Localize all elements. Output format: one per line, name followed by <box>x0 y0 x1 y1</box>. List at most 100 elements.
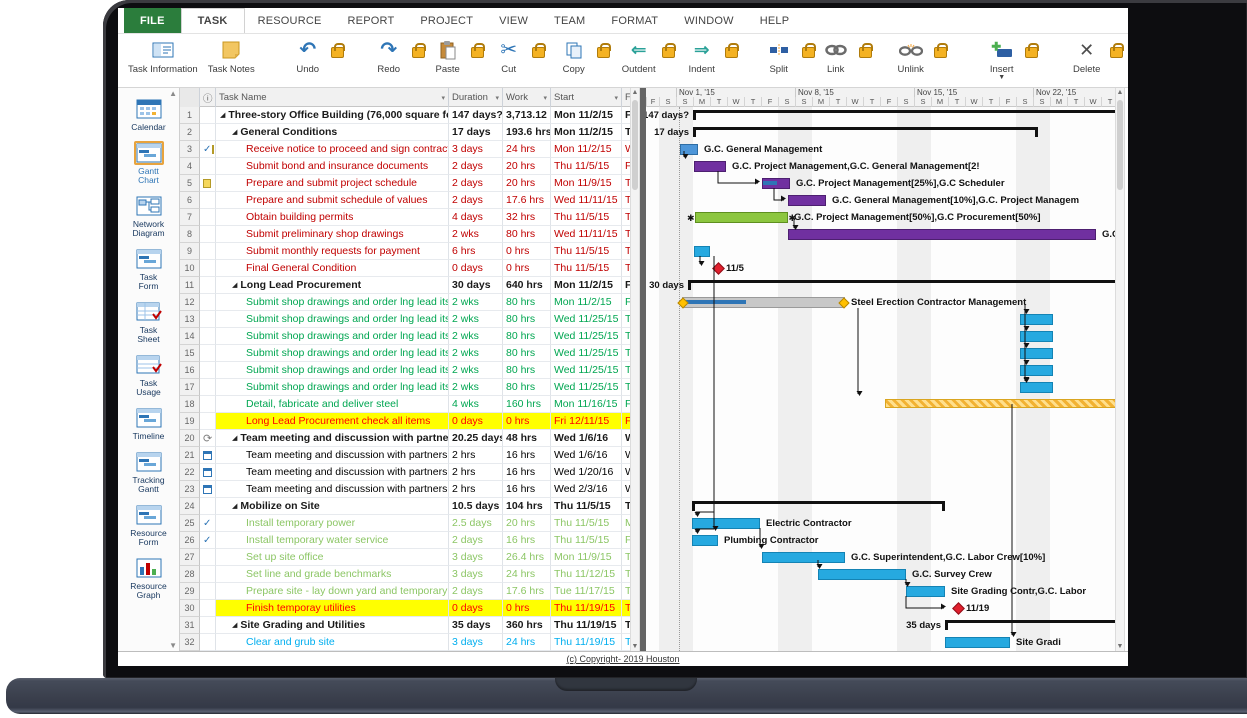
table-row[interactable]: 16Submit shop drawings and order lng lea… <box>180 362 646 379</box>
task-bar[interactable] <box>762 552 845 563</box>
sidebar-item-calendar[interactable]: Calendar <box>118 97 179 132</box>
unlink-button[interactable]: Unlink <box>894 37 928 75</box>
menu-item-format[interactable]: FORMAT <box>598 8 671 33</box>
indent-button[interactable]: ⇒Indent <box>685 37 719 75</box>
menu-item-resource[interactable]: RESOURCE <box>245 8 335 33</box>
task-bar[interactable] <box>788 229 1096 240</box>
table-row[interactable]: 9Submit monthly requests for payment6 hr… <box>180 243 646 260</box>
task-bar[interactable] <box>680 144 698 155</box>
collapse-triangle-icon[interactable]: ◢ <box>232 434 237 442</box>
table-row[interactable]: 6Prepare and submit schedule of values2 … <box>180 192 646 209</box>
task-bar[interactable] <box>692 518 760 529</box>
menu-item-task[interactable]: TASK <box>181 8 245 33</box>
table-row[interactable]: 7Obtain building permits4 days32 hrsThu … <box>180 209 646 226</box>
table-vertical-scrollbar[interactable]: ▲ ▼ <box>630 88 640 651</box>
insert-dropdown-icon[interactable]: ▼ <box>998 75 1005 80</box>
table-row[interactable]: 32Clear and grub site3 days24 hrsThu 11/… <box>180 634 646 651</box>
table-row[interactable]: 20⟳◢Team meeting and discussion with par… <box>180 430 646 447</box>
summary-bar[interactable] <box>688 280 1125 288</box>
menu-item-project[interactable]: PROJECT <box>407 8 486 33</box>
filter-dropdown-icon[interactable]: ▾ <box>495 94 499 102</box>
collapse-triangle-icon[interactable]: ◢ <box>232 502 237 510</box>
task-bar[interactable] <box>694 246 710 257</box>
sidebar-item-tracking-gantt[interactable]: TrackingGantt <box>118 450 179 494</box>
filter-dropdown-icon[interactable]: ▾ <box>441 94 445 102</box>
scrollbar-thumb[interactable] <box>632 100 638 190</box>
copy-button[interactable]: Copy <box>557 37 591 75</box>
sidebar-scroll-up-icon[interactable]: ▲ <box>169 89 177 98</box>
column-header-name[interactable]: Task Name▾ <box>216 88 449 107</box>
table-row[interactable]: 2◢General Conditions17 days193.6 hrsMon … <box>180 124 646 141</box>
paste-button[interactable]: Paste <box>431 37 465 75</box>
task-bar[interactable] <box>885 399 1122 408</box>
task-bar[interactable] <box>692 535 718 546</box>
table-row[interactable]: 8Submit preliminary shop drawings2 wks80… <box>180 226 646 243</box>
summary-bar[interactable] <box>692 501 945 509</box>
table-row[interactable]: 14Submit shop drawings and order lng lea… <box>180 328 646 345</box>
scroll-down-icon[interactable]: ▼ <box>631 643 639 650</box>
collapse-triangle-icon[interactable]: ◢ <box>232 621 237 629</box>
insert-button[interactable]: Insert▼ <box>985 37 1019 80</box>
link-button[interactable]: Link <box>819 37 853 75</box>
column-header-info[interactable]: ⓘ <box>200 88 216 107</box>
task-bar[interactable] <box>818 569 906 580</box>
gantt-vertical-scrollbar[interactable]: ▲ ▼ <box>1115 88 1125 651</box>
summary-bar[interactable] <box>693 110 1125 118</box>
table-row[interactable]: 1◢Three-story Office Building (76,000 sq… <box>180 107 646 124</box>
task-bar[interactable] <box>906 586 945 597</box>
sidebar-item-network-diagram[interactable]: NetworkDiagram <box>118 194 179 238</box>
table-row[interactable]: 19Long Lead Procurement check all items0… <box>180 413 646 430</box>
milestone-diamond[interactable] <box>712 262 725 275</box>
task-bar[interactable] <box>1020 314 1053 325</box>
menu-item-file[interactable]: FILE <box>124 8 181 33</box>
task-bar[interactable] <box>945 637 1010 648</box>
summary-bar[interactable] <box>693 127 1038 135</box>
table-row[interactable]: 22Team meeting and discussion with partn… <box>180 464 646 481</box>
menu-item-view[interactable]: VIEW <box>486 8 541 33</box>
task-bar[interactable] <box>694 161 726 172</box>
menu-item-help[interactable]: HELP <box>747 8 803 33</box>
filter-dropdown-icon[interactable]: ▾ <box>543 94 547 102</box>
column-header-duration[interactable]: Duration▾ <box>449 88 503 107</box>
task-bar[interactable] <box>1020 365 1053 376</box>
task-bar[interactable] <box>682 297 845 308</box>
scroll-down-icon[interactable]: ▼ <box>1116 643 1124 650</box>
collapse-triangle-icon[interactable]: ◢ <box>232 281 237 289</box>
task-information-button[interactable]: Task Information <box>128 37 198 75</box>
table-row[interactable]: 21Team meeting and discussion with partn… <box>180 447 646 464</box>
column-header-work[interactable]: Work▾ <box>503 88 551 107</box>
menu-item-window[interactable]: WINDOW <box>671 8 746 33</box>
task-bar[interactable] <box>1020 348 1053 359</box>
table-row[interactable]: 4Submit bond and insurance documents2 da… <box>180 158 646 175</box>
table-row[interactable]: 17Submit shop drawings and order lng lea… <box>180 379 646 396</box>
sidebar-item-gantt-chart[interactable]: GanttChart <box>118 141 179 185</box>
scroll-up-icon[interactable]: ▲ <box>631 89 639 96</box>
column-header-id[interactable] <box>180 88 200 107</box>
sidebar-item-task-form[interactable]: TaskForm <box>118 247 179 291</box>
table-row[interactable]: 30Finish temporay utilities0 days0 hrsTh… <box>180 600 646 617</box>
table-row[interactable]: 11◢Long Lead Procurement30 days640 hrsMo… <box>180 277 646 294</box>
redo-button[interactable]: ↷Redo <box>372 37 406 75</box>
outdent-button[interactable]: ⇐Outdent <box>622 37 656 75</box>
sidebar-item-resource-graph[interactable]: ResourceGraph <box>118 556 179 600</box>
task-notes-button[interactable]: Task Notes <box>208 37 255 75</box>
sidebar-item-task-usage[interactable]: TaskUsage <box>118 353 179 397</box>
table-row[interactable]: 15Submit shop drawings and order lng lea… <box>180 345 646 362</box>
table-row[interactable]: 13Submit shop drawings and order lng lea… <box>180 311 646 328</box>
task-bar[interactable] <box>1020 331 1053 342</box>
summary-bar[interactable] <box>945 620 1125 628</box>
sidebar-item-resource-form[interactable]: ResourceForm <box>118 503 179 547</box>
table-row[interactable]: 27Set up site office3 days26.4 hrsMon 11… <box>180 549 646 566</box>
menu-item-team[interactable]: TEAM <box>541 8 598 33</box>
sidebar-item-timeline[interactable]: Timeline <box>118 406 179 441</box>
table-row[interactable]: 3✓Receive notice to proceed and sign con… <box>180 141 646 158</box>
table-row[interactable]: 28Set line and grade benchmarks3 days24 … <box>180 566 646 583</box>
column-header-start[interactable]: Start▾ <box>551 88 622 107</box>
task-bar[interactable]: ✱✱ <box>695 212 788 223</box>
sidebar-item-task-sheet[interactable]: TaskSheet <box>118 300 179 344</box>
split-button[interactable]: Split <box>762 37 796 75</box>
table-row[interactable]: 29Prepare site - lay down yard and tempo… <box>180 583 646 600</box>
cut-button[interactable]: ✂Cut <box>492 37 526 75</box>
table-row[interactable]: 5Prepare and submit project schedule2 da… <box>180 175 646 192</box>
filter-dropdown-icon[interactable]: ▾ <box>614 94 618 102</box>
